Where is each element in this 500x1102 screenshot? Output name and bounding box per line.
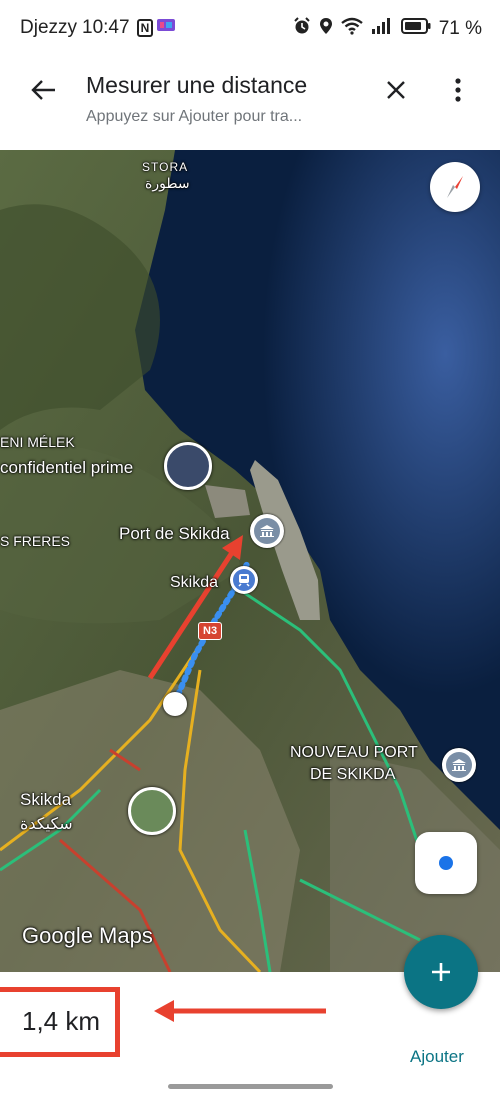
photo-pin-stadium[interactable] — [128, 787, 176, 835]
my-location-button[interactable] — [415, 832, 477, 894]
map-label-skikda-city-ar: سكيكدة — [20, 816, 73, 833]
app-notification-icon — [156, 17, 176, 39]
status-right: 71 % — [293, 17, 482, 41]
map-label-stora: STORA — [142, 160, 189, 174]
battery-icon — [400, 18, 431, 40]
close-icon — [387, 81, 405, 99]
map-label-skikda-station: Skikda — [170, 574, 219, 591]
more-options-button[interactable] — [440, 72, 476, 108]
back-arrow-icon — [31, 80, 55, 100]
map-label-port[interactable]: Port de Skikda — [119, 524, 230, 544]
compass-icon — [447, 176, 463, 198]
nfc-icon: N — [136, 19, 154, 37]
close-button[interactable] — [378, 72, 414, 108]
map-label-freres: S FRERES — [0, 533, 71, 549]
alarm-icon — [293, 17, 311, 41]
home-indicator[interactable] — [168, 1084, 333, 1089]
wifi-icon — [340, 17, 363, 41]
map-label-beni-melek: ENI MÉLEK — [0, 434, 75, 450]
battery-percent: 71 % — [438, 18, 482, 39]
museum-icon — [260, 525, 274, 537]
annotation-arrow — [154, 1000, 326, 1022]
status-left: Djezzy 10:47 N — [20, 17, 176, 39]
compass-button[interactable] — [430, 162, 480, 212]
app-bar: Mesurer une distance Appuyez sur Ajouter… — [0, 58, 500, 150]
location-icon — [319, 17, 333, 41]
map-label-nouveau-port-1: NOUVEAU PORT — [290, 744, 418, 761]
distance-value: 1,4 km — [22, 1006, 101, 1036]
map-label-nouveau-port-2: DE SKIKDA — [310, 766, 396, 783]
google-maps-watermark: Google Maps — [22, 923, 153, 948]
add-point-button[interactable] — [404, 935, 478, 1009]
carrier-label: Djezzy — [20, 17, 78, 38]
map-label-confidentiel[interactable]: confidentiel prime — [0, 458, 133, 478]
status-bar: Djezzy 10:47 N 71 % — [0, 0, 500, 58]
museum-icon — [452, 759, 466, 771]
page-title: Mesurer une distance — [86, 72, 308, 98]
signal-icon — [371, 17, 393, 41]
photo-pin-confidentiel[interactable] — [164, 442, 212, 490]
page-subtitle: Appuyez sur Ajouter pour tra... — [86, 108, 303, 125]
poi-train-station[interactable] — [230, 566, 258, 594]
location-dot-icon — [439, 856, 453, 870]
more-vert-icon — [455, 78, 461, 102]
map-label-stora-ar: سطورة — [145, 175, 190, 191]
satellite-map[interactable]: STORA سطورة ENI MÉLEK confidentiel prime… — [0, 150, 500, 972]
clock: 10:47 — [82, 17, 130, 38]
poi-nouveau-port[interactable] — [442, 748, 476, 782]
measure-start-point[interactable] — [163, 692, 187, 716]
back-button[interactable] — [26, 72, 62, 108]
plus-icon — [432, 963, 450, 981]
route-shield-n3: N3 — [198, 622, 223, 640]
map-label-skikda-city: Skikda — [20, 790, 72, 809]
add-label[interactable]: Ajouter — [410, 1047, 464, 1067]
train-icon — [238, 574, 250, 587]
poi-port-skikda[interactable] — [250, 514, 284, 548]
